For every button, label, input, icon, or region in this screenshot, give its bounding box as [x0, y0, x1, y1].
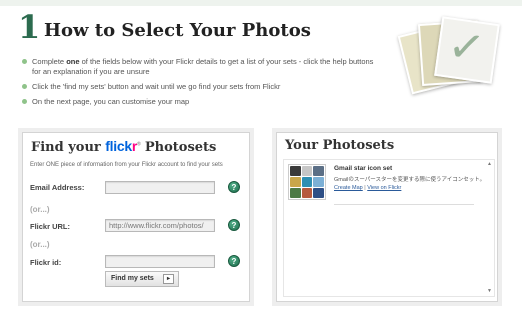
- photoset-list[interactable]: Gmail star icon set Gmailのスーパースターを変更する際に…: [283, 159, 495, 297]
- panel-title-suffix: Photosets: [144, 140, 217, 155]
- photos-illustration: ✓: [397, 10, 502, 100]
- top-strip: [0, 0, 522, 6]
- link-separator: |: [364, 185, 366, 191]
- instruction-list: Complete one of the fields below with yo…: [22, 57, 382, 112]
- find-my-sets-button[interactable]: Find my sets ▸: [105, 271, 179, 287]
- page-title: How to Select Your Photos: [44, 20, 311, 41]
- panel-title: Find your flickr® Photosets: [31, 138, 216, 155]
- photoset-name: Gmail star icon set: [334, 165, 393, 172]
- email-label: Email Address:: [30, 183, 85, 192]
- help-icon[interactable]: ?: [228, 255, 240, 267]
- flickr-logo: flickr®: [105, 138, 141, 154]
- help-icon[interactable]: ?: [228, 181, 240, 193]
- panel-title: Your Photosets: [285, 138, 395, 153]
- step-number: 1: [18, 8, 41, 46]
- flickr-url-label: Flickr URL:: [30, 222, 71, 231]
- instruction-text-post: of the fields below with your Flickr det…: [32, 57, 374, 76]
- instruction-text: On the next page, you can customise your…: [32, 97, 190, 106]
- scroll-up-icon[interactable]: ▲: [486, 161, 493, 168]
- flickr-id-field[interactable]: [105, 255, 215, 268]
- or-separator: (or...): [30, 240, 50, 249]
- view-on-flickr-link[interactable]: View on Flickr: [367, 185, 401, 191]
- divider: [334, 204, 474, 205]
- instruction-item: Complete one of the fields below with yo…: [22, 57, 382, 77]
- instruction-item: On the next page, you can customise your…: [22, 97, 382, 107]
- photoset-links: Create Map | View on Flickr: [334, 185, 401, 191]
- your-photosets-panel: Your Photosets Gmail star icon set Gmail…: [276, 132, 498, 302]
- create-map-link[interactable]: Create Map: [334, 185, 363, 191]
- bullet-icon: [22, 99, 27, 104]
- checkmark-icon: ✓: [444, 20, 489, 75]
- photoset-description: Gmailのスーパースターを変更する際に使うアイコンセット。: [334, 177, 486, 183]
- panel-title-prefix: Find your: [31, 140, 101, 155]
- flickr-id-label: Flickr id:: [30, 258, 62, 267]
- arrow-right-icon: ▸: [163, 274, 174, 284]
- find-my-sets-label: Find my sets: [111, 275, 154, 282]
- email-field[interactable]: [105, 181, 215, 194]
- or-separator: (or...): [30, 205, 50, 214]
- instruction-item: Click the 'find my sets' button and wait…: [22, 82, 382, 92]
- instruction-text-bold: one: [66, 57, 80, 66]
- instruction-text-pre: Complete: [32, 57, 67, 66]
- help-icon[interactable]: ?: [228, 219, 240, 231]
- scroll-down-icon[interactable]: ▼: [486, 288, 493, 295]
- bullet-icon: [22, 59, 27, 64]
- flickr-url-field[interactable]: [105, 219, 215, 232]
- find-photosets-panel: Find your flickr® Photosets Enter ONE pi…: [22, 132, 250, 302]
- panel-description: Enter ONE piece of information from your…: [30, 162, 223, 168]
- bullet-icon: [22, 84, 27, 89]
- photoset-thumbnail[interactable]: [288, 164, 326, 200]
- instruction-text: Click the 'find my sets' button and wait…: [32, 82, 281, 91]
- page: 1 How to Select Your Photos Complete one…: [0, 0, 522, 319]
